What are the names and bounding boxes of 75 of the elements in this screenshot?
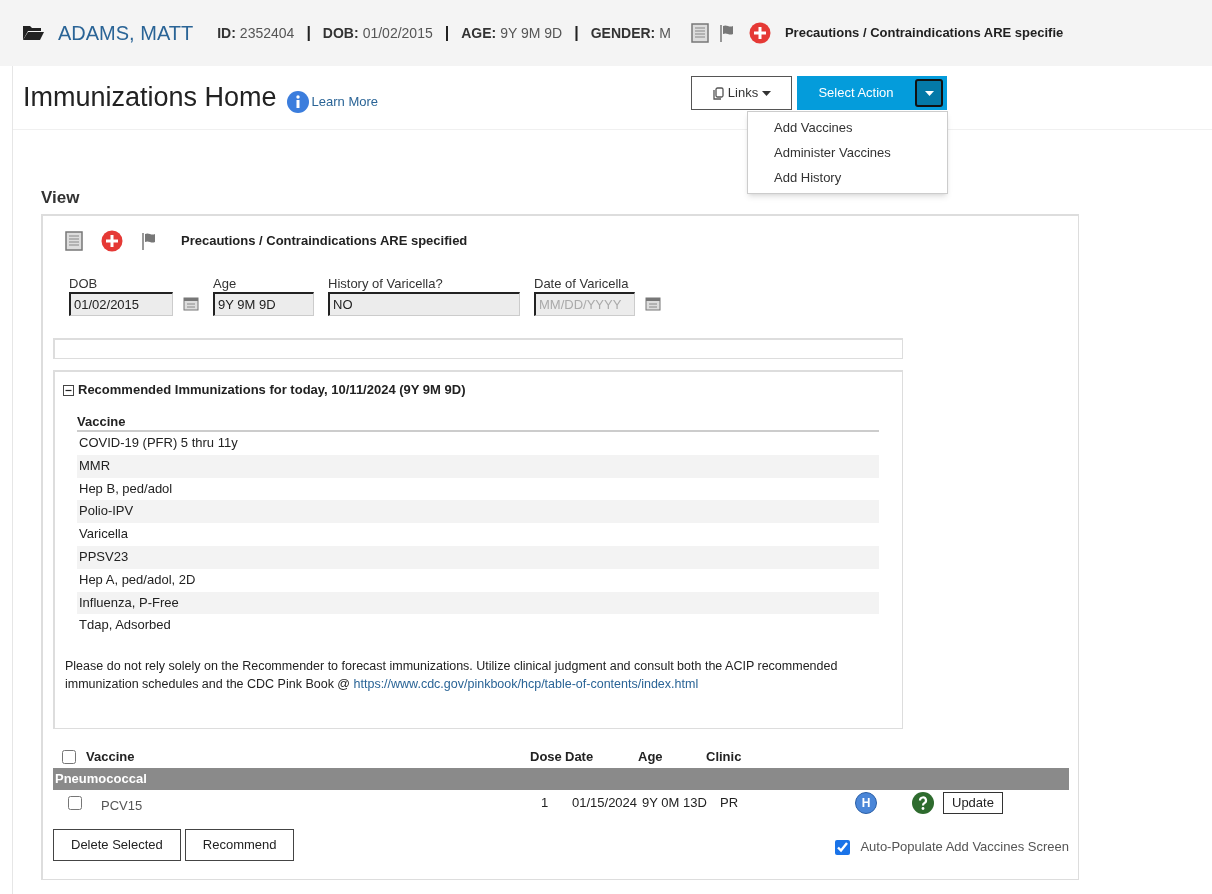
checkbox-label: Auto-Populate Add Vaccines Screen xyxy=(860,838,1069,857)
table-cell-text: Hep B, ped/adol xyxy=(78,479,174,498)
pinkbook-link[interactable]: https://www.cdc.gov/pinkbook/hcp/table-of-contents/index.html xyxy=(353,677,699,692)
select-all-checkbox[interactable] xyxy=(62,750,76,764)
help-icon[interactable] xyxy=(912,792,934,814)
copy-icon xyxy=(711,86,724,100)
learn-more-link[interactable]: Learn More xyxy=(311,91,379,112)
action-button[interactable]: Recommend xyxy=(184,829,295,861)
calendar-icon[interactable] xyxy=(645,297,661,311)
plus-icon[interactable] xyxy=(748,22,771,44)
table-cell: MMR xyxy=(77,454,879,478)
group-header: Pneumococcal xyxy=(53,768,1069,790)
row-checkbox[interactable] xyxy=(68,796,82,810)
document-icon[interactable] xyxy=(65,231,83,251)
separator: | xyxy=(306,23,311,43)
update-button[interactable]: Update xyxy=(943,792,1003,814)
document-icon[interactable] xyxy=(690,23,709,43)
menu-item[interactable]: Add Vaccines xyxy=(748,115,947,140)
field-label: AGE: xyxy=(461,23,497,43)
field-value: 9Y 9M 9D xyxy=(500,23,563,43)
menu-item[interactable]: Add History xyxy=(748,165,947,190)
separator: | xyxy=(444,23,450,43)
caret-icon xyxy=(762,90,772,96)
table-cell-text: 01/15/2024 xyxy=(572,794,639,813)
field-label: DOB xyxy=(69,275,99,292)
table-cell-text: 1 xyxy=(541,794,550,813)
table-cell-text: 9Y 0M 13D xyxy=(642,794,708,813)
column-header: Clinic xyxy=(706,748,743,767)
input-field[interactable]: MM/DD/YYYY xyxy=(534,292,635,316)
input-field[interactable]: 01/02/2015 xyxy=(69,292,173,316)
separator: | xyxy=(574,23,579,43)
field-label: Date of Varicella xyxy=(534,275,630,292)
page-title: Immunizations Home xyxy=(23,81,277,115)
plus-icon[interactable] xyxy=(101,230,123,252)
folder-icon xyxy=(22,25,44,41)
field-label: History of Varicella? xyxy=(328,275,444,292)
alert-text: Precautions / Contraindications ARE specifie xyxy=(784,24,1064,43)
disclaimer-text: Please do not rely solely on the Recommender to forecast immunizations. Utilize clinical judgment and consult both the ACIP recommended immunization schedules and the CDC Pink Book @ https://www.cdc.gov/pinkbook/hcp/table-of-contents/index.html xyxy=(65,658,839,694)
column-header: Date xyxy=(565,748,595,767)
field-value: 2352404 xyxy=(239,23,295,43)
table-cell-text: PCV15 xyxy=(101,797,144,816)
field-value: 01/02/2015 xyxy=(362,23,433,43)
info-icon[interactable] xyxy=(286,90,309,113)
dropdown-toggle[interactable] xyxy=(915,79,943,107)
alert-text: Precautions / Contraindications ARE specified xyxy=(181,232,468,251)
field-label: ID: xyxy=(217,23,236,43)
section-title: Recommended Immunizations for today, 10/11/2024 (9Y 9M 9D) xyxy=(78,381,466,400)
column-header: Vaccine xyxy=(86,748,136,767)
field-label: GENDER: xyxy=(590,23,656,43)
table-cell-text: Hep A, ped/adol, 2D xyxy=(78,570,197,589)
table-cell-text: COVID-19 (PFR) 5 thru 11y xyxy=(78,434,239,452)
table-cell-text: PR xyxy=(720,794,740,813)
auto-populate-checkbox[interactable] xyxy=(835,839,851,855)
field-label: Age xyxy=(213,275,238,292)
field-label: DOB: xyxy=(322,23,359,43)
caret-icon xyxy=(924,90,934,96)
calendar-icon[interactable] xyxy=(183,297,199,311)
menu-item[interactable]: Administer Vaccines xyxy=(748,140,947,165)
links-button[interactable]: Links xyxy=(691,76,792,110)
field-value: M xyxy=(659,23,671,43)
table-cell-text: Tdap, Adsorbed xyxy=(78,616,172,635)
table-cell-text: Varicella xyxy=(78,525,129,544)
history-badge[interactable]: H xyxy=(855,792,877,814)
table-cell: Influenza, P-Free xyxy=(77,591,879,615)
patient-name: ADAMS, MATT xyxy=(58,21,194,46)
column-header: Age xyxy=(638,748,664,767)
collapse-icon[interactable] xyxy=(63,384,74,396)
column-header: Dose xyxy=(530,748,563,767)
input-field[interactable]: 9Y 9M 9D xyxy=(213,292,314,316)
section-heading: View xyxy=(41,187,81,209)
table-cell: PPSV23 xyxy=(77,546,879,569)
table-cell: Polio-IPV xyxy=(77,500,879,524)
action-button[interactable]: Delete Selected xyxy=(53,829,181,861)
column-header: Vaccine xyxy=(77,412,879,432)
input-field[interactable]: NO xyxy=(328,292,520,316)
